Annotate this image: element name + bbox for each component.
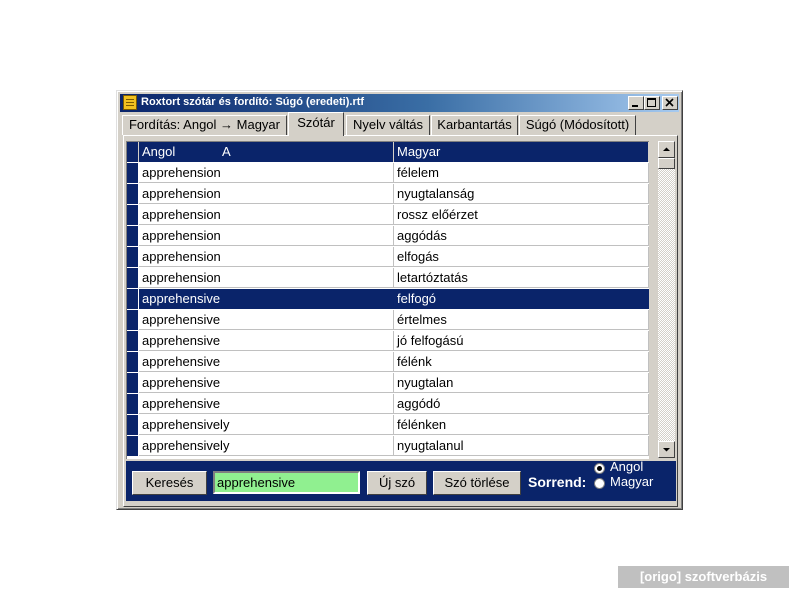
maximize-button[interactable] [644,96,660,110]
tab-karbantartas[interactable]: Karbantartás [431,115,518,135]
minimize-icon [632,105,638,107]
dictionary-book-icon [123,95,137,110]
watermark: [origo] szoftverbázis [618,566,789,588]
title-bar[interactable]: Roxtort szótár és fordító: Súgó (eredeti… [120,94,679,112]
tab-forditas[interactable]: Fordítás: Angol → Magyar [122,115,287,135]
tab-szotar[interactable]: Szótár [288,112,344,136]
close-icon [665,98,674,107]
tab-sugo-modositott[interactable]: Súgó (Módosított) [519,115,636,135]
app-window: Roxtort szótár és fordító: Súgó (eredeti… [116,90,683,510]
tab-label: Szótár [297,115,335,130]
close-button[interactable] [662,96,678,110]
window-title: Roxtort szótár és fordító: Súgó (eredeti… [141,96,365,108]
maximize-icon [647,98,656,107]
tab-label: Karbantartás [437,117,512,132]
tab-label: Súgó (Módosított) [525,117,630,132]
tab-panel [123,135,678,507]
minimize-button[interactable] [628,96,644,110]
tab-nyelv-valtas[interactable]: Nyelv váltás [346,115,430,135]
tab-label: Nyelv váltás [352,117,424,132]
tab-label: Fordítás: Angol → Magyar [128,117,280,132]
